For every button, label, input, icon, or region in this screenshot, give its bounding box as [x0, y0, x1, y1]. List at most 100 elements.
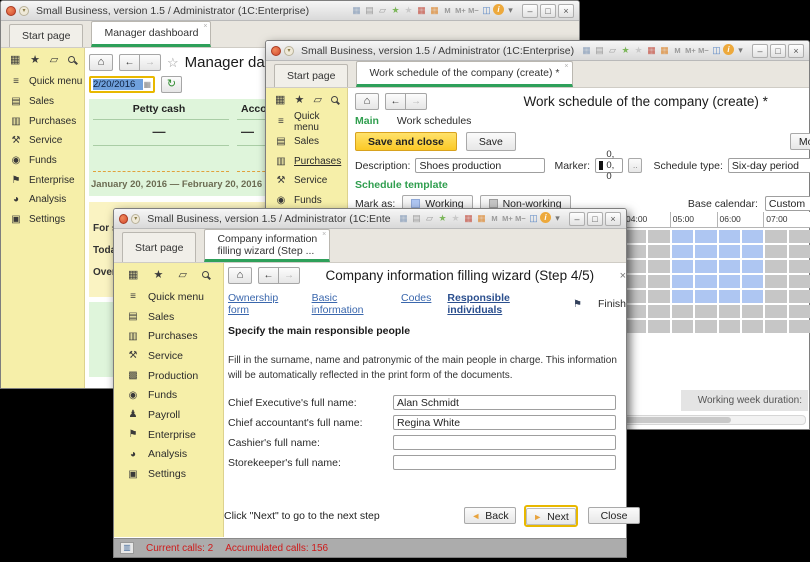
- calendar-icon[interactable]: ▦: [143, 80, 151, 89]
- base-calendar-input[interactable]: [765, 196, 810, 211]
- grid-cell[interactable]: [695, 320, 716, 333]
- grid-cell[interactable]: [648, 290, 669, 303]
- titlebar[interactable]: ▾ Small Business, version 1.5 / Administ…: [114, 209, 626, 229]
- grid-cell[interactable]: [719, 260, 740, 273]
- home-button[interactable]: ⌂: [89, 54, 113, 71]
- titlebar[interactable]: ▾ Small Business, version 1.5 / Administ…: [1, 1, 579, 21]
- calendar-orange-icon[interactable]: ▦: [428, 4, 441, 17]
- calendar-red-icon[interactable]: ▦: [462, 212, 475, 225]
- tab-start-page[interactable]: Start page: [274, 64, 348, 87]
- grid-cell[interactable]: [648, 320, 669, 333]
- favorites-icon[interactable]: ★: [294, 93, 304, 106]
- refresh-button[interactable]: ↻: [161, 76, 182, 93]
- grid-cell[interactable]: [742, 275, 763, 288]
- back-button[interactable]: ←: [385, 93, 406, 110]
- sidebar-item-analysis[interactable]: ◕ Analysis: [1, 190, 84, 210]
- grid-cell[interactable]: [742, 305, 763, 318]
- sidebar-item-service[interactable]: ⚒ Service: [114, 346, 223, 366]
- forward-button[interactable]: →: [140, 54, 161, 71]
- m-icon[interactable]: M: [671, 44, 684, 57]
- grid-cell[interactable]: [765, 305, 786, 318]
- home-button[interactable]: ⌂: [228, 267, 252, 284]
- grid-cell[interactable]: [789, 230, 810, 243]
- menu-caret-icon[interactable]: ▾: [504, 4, 517, 17]
- system-menu-icon[interactable]: ▾: [131, 214, 140, 224]
- close-button[interactable]: ×: [788, 44, 804, 58]
- apps-grid-icon[interactable]: ▦: [10, 53, 20, 66]
- split-view-icon[interactable]: ◫: [710, 44, 723, 57]
- save-and-close-button[interactable]: Save and close: [355, 132, 457, 151]
- next-step-button[interactable]: ►Next: [524, 505, 578, 528]
- grid-cell[interactable]: [765, 320, 786, 333]
- print-preview-icon[interactable]: ▱: [606, 44, 619, 57]
- step-link-codes[interactable]: Codes: [401, 292, 431, 316]
- grid-cell[interactable]: [695, 230, 716, 243]
- m-icon[interactable]: M: [441, 4, 454, 17]
- titlebar[interactable]: ▾ Small Business, version 1.5 / Administ…: [266, 41, 809, 61]
- menu-caret-icon[interactable]: ▾: [734, 44, 747, 57]
- m-minus-icon[interactable]: M−: [514, 212, 527, 225]
- forward-button[interactable]: →: [279, 267, 300, 284]
- print-icon[interactable]: ▤: [363, 4, 376, 17]
- sidebar-item-settings[interactable]: ▣ Settings: [1, 210, 84, 230]
- grid-cell[interactable]: [625, 230, 646, 243]
- sidebar-item-service[interactable]: ⚒ Service: [266, 171, 347, 191]
- grid-cell[interactable]: [742, 230, 763, 243]
- recent-icon[interactable]: ▱: [178, 268, 186, 281]
- search-icon[interactable]: [68, 56, 75, 63]
- sidebar-item-sales[interactable]: ▤ Sales: [114, 307, 223, 327]
- apps-grid-icon[interactable]: ▦: [275, 93, 285, 106]
- grid-cell[interactable]: [719, 305, 740, 318]
- grid-cell[interactable]: [672, 230, 693, 243]
- favorites-icon[interactable]: ★: [30, 53, 40, 66]
- search-icon[interactable]: [202, 271, 209, 278]
- grid-cell[interactable]: [648, 245, 669, 258]
- maximize-button[interactable]: □: [540, 4, 556, 18]
- grid-cell[interactable]: [719, 290, 740, 303]
- grid-cell[interactable]: [695, 305, 716, 318]
- sidebar-item-analysis[interactable]: ◕ Analysis: [114, 445, 223, 465]
- m-minus-icon[interactable]: M−: [697, 44, 710, 57]
- calendar-orange-icon[interactable]: ▦: [475, 212, 488, 225]
- calendar-orange-icon[interactable]: ▦: [658, 44, 671, 57]
- favorite-add-icon[interactable]: ★: [619, 44, 632, 57]
- grid-cell[interactable]: [789, 305, 810, 318]
- grid-cell[interactable]: [648, 230, 669, 243]
- schedule-type-input[interactable]: [728, 158, 810, 173]
- calendar-red-icon[interactable]: ▦: [415, 4, 428, 17]
- grid-cell[interactable]: [672, 245, 693, 258]
- grid-cell[interactable]: [789, 275, 810, 288]
- print-preview-icon[interactable]: ▱: [376, 4, 389, 17]
- grid-cell[interactable]: [719, 245, 740, 258]
- tab-manager-dashboard[interactable]: Manager dashboard ×: [91, 21, 211, 47]
- sidebar-item-sales[interactable]: ▤ Sales: [266, 132, 347, 152]
- marker-picker-button[interactable]: ..: [628, 158, 642, 173]
- grid-cell[interactable]: [742, 290, 763, 303]
- sidebar-item-funds[interactable]: ◉ Funds: [114, 385, 223, 405]
- grid-cell[interactable]: [742, 320, 763, 333]
- m-icon[interactable]: M: [488, 212, 501, 225]
- info-icon[interactable]: i: [493, 4, 504, 15]
- sidebar-item-quick-menu[interactable]: ≡ Quick menu: [266, 112, 347, 132]
- form-close-icon[interactable]: ×: [620, 270, 626, 282]
- sidebar-item-settings[interactable]: ▣ Settings: [114, 464, 223, 484]
- grid-cell[interactable]: [672, 260, 693, 273]
- sidebar-item-quick-menu[interactable]: ≡ Quick menu: [114, 287, 223, 307]
- step-link-ownership-form[interactable]: Ownership form: [228, 292, 296, 316]
- search-icon[interactable]: [331, 96, 338, 103]
- favorite-icon[interactable]: ★: [449, 212, 462, 225]
- m-plus-icon[interactable]: M+: [684, 44, 697, 57]
- tab-wizard[interactable]: Company informationfilling wizard (Step …: [204, 229, 330, 262]
- subtab-work-schedules[interactable]: Work schedules: [397, 115, 472, 127]
- favorite-add-icon[interactable]: ★: [436, 212, 449, 225]
- grid-cell[interactable]: [672, 305, 693, 318]
- tab-close-icon[interactable]: ×: [322, 231, 326, 238]
- favorites-icon[interactable]: ★: [153, 268, 163, 281]
- grid-cell[interactable]: [695, 260, 716, 273]
- grid-cell[interactable]: [789, 260, 810, 273]
- close-button[interactable]: ×: [605, 212, 621, 226]
- grid-cell[interactable]: [742, 245, 763, 258]
- grid-cell[interactable]: [648, 305, 669, 318]
- grid-cell[interactable]: [625, 245, 646, 258]
- tab-start-page[interactable]: Start page: [122, 232, 196, 262]
